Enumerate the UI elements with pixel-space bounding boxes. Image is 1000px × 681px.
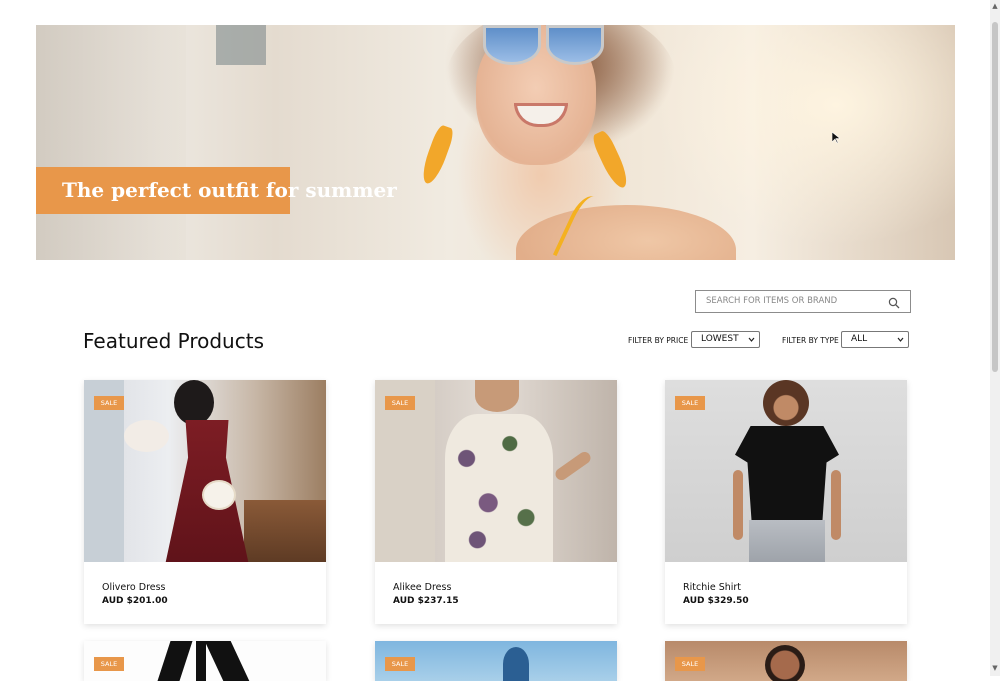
filter-price-value: LOWEST [701, 334, 739, 344]
product-name[interactable]: Ritchie Shirt [683, 582, 741, 593]
product-image[interactable]: SALE [84, 641, 326, 681]
product-price: AUD $201.00 [102, 596, 168, 606]
filter-type-label: FILTER BY TYPE [782, 336, 839, 345]
chevron-down-icon [897, 336, 904, 343]
sale-badge: SALE [675, 657, 705, 671]
product-image-shape [204, 641, 250, 681]
product-name[interactable]: Alikee Dress [393, 582, 451, 593]
product-image[interactable]: SALE [375, 641, 617, 681]
scroll-down-icon[interactable]: ▼ [991, 664, 999, 672]
product-image[interactable]: SALE [665, 380, 907, 562]
sale-badge: SALE [94, 396, 124, 410]
mouse-cursor-icon [831, 131, 841, 147]
product-card[interactable]: SALE Olivero Dress AUD $201.00 [84, 380, 326, 624]
hero-window [216, 25, 266, 65]
search-icon[interactable] [888, 294, 902, 309]
product-card[interactable]: SALE Alikee Dress AUD $237.15 [375, 380, 617, 624]
filter-price-select[interactable]: LOWEST [691, 331, 760, 348]
chevron-down-icon [748, 336, 755, 343]
hero-sunglasses-right [546, 25, 604, 65]
product-image-shirt [735, 426, 839, 522]
product-image-dress [445, 414, 553, 562]
product-image-model-head [763, 380, 809, 426]
hero-banner [36, 25, 955, 260]
page-scrollbar[interactable]: ▲ ▼ [990, 0, 1000, 676]
scroll-up-icon[interactable]: ▲ [991, 2, 999, 10]
product-image-bag [202, 480, 236, 510]
product-image-shape [196, 641, 206, 681]
product-image-sleeve [124, 420, 169, 452]
product-image-arm-right [831, 470, 841, 540]
search-input[interactable] [696, 291, 886, 310]
sale-badge: SALE [94, 657, 124, 671]
filter-price-label: FILTER BY PRICE [628, 336, 689, 345]
hero-background-wall [36, 25, 186, 260]
product-card[interactable]: SALE [665, 641, 907, 681]
product-image-jeans [749, 520, 825, 562]
product-name[interactable]: Olivero Dress [102, 582, 166, 593]
filter-type-value: ALL [851, 334, 868, 344]
hero-earring-left [418, 123, 456, 187]
product-image-model-head [475, 380, 519, 412]
search-box[interactable] [695, 290, 911, 313]
product-image-arm-left [733, 470, 743, 540]
product-card[interactable]: SALE Ritchie Shirt AUD $329.50 [665, 380, 907, 624]
product-price: AUD $329.50 [683, 596, 749, 606]
hero-model-shoulder [516, 205, 736, 260]
sale-badge: SALE [385, 396, 415, 410]
filter-type-select[interactable]: ALL [841, 331, 909, 348]
product-card[interactable]: SALE [84, 641, 326, 681]
product-price: AUD $237.15 [393, 596, 459, 606]
product-card[interactable]: SALE [375, 641, 617, 681]
sale-badge: SALE [675, 396, 705, 410]
product-image-shape [157, 641, 193, 681]
section-title: Featured Products [83, 329, 264, 353]
hero-title: The perfect outfit for summer [62, 178, 397, 202]
product-image-arm [553, 449, 593, 483]
product-image[interactable]: SALE [665, 641, 907, 681]
product-image[interactable]: SALE [84, 380, 326, 562]
sale-badge: SALE [385, 657, 415, 671]
product-image-floor [244, 500, 326, 562]
scrollbar-thumb[interactable] [992, 22, 998, 372]
hero-sunglasses-left [483, 25, 541, 65]
product-image-model-head [174, 380, 214, 425]
product-image[interactable]: SALE [375, 380, 617, 562]
